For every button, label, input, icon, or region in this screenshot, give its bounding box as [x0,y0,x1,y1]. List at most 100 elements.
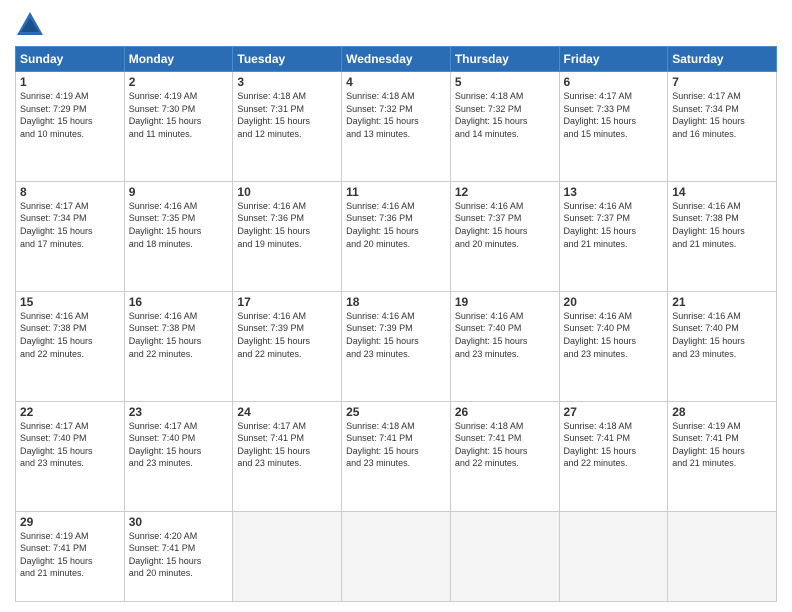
calendar-cell: 8Sunrise: 4:17 AMSunset: 7:34 PMDaylight… [16,181,125,291]
week-row-1: 1Sunrise: 4:19 AMSunset: 7:29 PMDaylight… [16,72,777,182]
day-info: Sunrise: 4:16 AMSunset: 7:38 PMDaylight:… [672,200,772,250]
day-number: 27 [564,405,664,419]
day-info: Sunrise: 4:17 AMSunset: 7:33 PMDaylight:… [564,90,664,140]
day-info: Sunrise: 4:17 AMSunset: 7:34 PMDaylight:… [672,90,772,140]
logo-icon [15,10,45,40]
day-number: 17 [237,295,337,309]
day-info: Sunrise: 4:17 AMSunset: 7:40 PMDaylight:… [129,420,229,470]
calendar-cell: 17Sunrise: 4:16 AMSunset: 7:39 PMDayligh… [233,291,342,401]
weekday-header-friday: Friday [559,47,668,72]
calendar-cell: 18Sunrise: 4:16 AMSunset: 7:39 PMDayligh… [342,291,451,401]
day-info: Sunrise: 4:20 AMSunset: 7:41 PMDaylight:… [129,530,229,580]
day-info: Sunrise: 4:16 AMSunset: 7:37 PMDaylight:… [455,200,555,250]
day-number: 3 [237,75,337,89]
day-info: Sunrise: 4:16 AMSunset: 7:38 PMDaylight:… [20,310,120,360]
calendar-cell: 11Sunrise: 4:16 AMSunset: 7:36 PMDayligh… [342,181,451,291]
calendar-cell: 29Sunrise: 4:19 AMSunset: 7:41 PMDayligh… [16,511,125,601]
week-row-4: 22Sunrise: 4:17 AMSunset: 7:40 PMDayligh… [16,401,777,511]
calendar-cell: 16Sunrise: 4:16 AMSunset: 7:38 PMDayligh… [124,291,233,401]
calendar-cell [559,511,668,601]
calendar-cell: 23Sunrise: 4:17 AMSunset: 7:40 PMDayligh… [124,401,233,511]
day-info: Sunrise: 4:16 AMSunset: 7:40 PMDaylight:… [455,310,555,360]
day-info: Sunrise: 4:17 AMSunset: 7:40 PMDaylight:… [20,420,120,470]
day-info: Sunrise: 4:17 AMSunset: 7:34 PMDaylight:… [20,200,120,250]
calendar-cell: 13Sunrise: 4:16 AMSunset: 7:37 PMDayligh… [559,181,668,291]
day-number: 26 [455,405,555,419]
day-info: Sunrise: 4:19 AMSunset: 7:41 PMDaylight:… [20,530,120,580]
day-number: 4 [346,75,446,89]
calendar-cell: 14Sunrise: 4:16 AMSunset: 7:38 PMDayligh… [668,181,777,291]
calendar-cell: 4Sunrise: 4:18 AMSunset: 7:32 PMDaylight… [342,72,451,182]
day-number: 8 [20,185,120,199]
day-info: Sunrise: 4:18 AMSunset: 7:41 PMDaylight:… [455,420,555,470]
calendar-cell [233,511,342,601]
week-row-3: 15Sunrise: 4:16 AMSunset: 7:38 PMDayligh… [16,291,777,401]
day-number: 13 [564,185,664,199]
day-number: 16 [129,295,229,309]
day-number: 11 [346,185,446,199]
day-info: Sunrise: 4:17 AMSunset: 7:41 PMDaylight:… [237,420,337,470]
logo [15,10,49,40]
day-number: 15 [20,295,120,309]
day-info: Sunrise: 4:18 AMSunset: 7:32 PMDaylight:… [455,90,555,140]
calendar-cell: 15Sunrise: 4:16 AMSunset: 7:38 PMDayligh… [16,291,125,401]
calendar-cell: 22Sunrise: 4:17 AMSunset: 7:40 PMDayligh… [16,401,125,511]
page: SundayMondayTuesdayWednesdayThursdayFrid… [0,0,792,612]
day-number: 12 [455,185,555,199]
calendar-table: SundayMondayTuesdayWednesdayThursdayFrid… [15,46,777,602]
day-number: 21 [672,295,772,309]
calendar-cell: 3Sunrise: 4:18 AMSunset: 7:31 PMDaylight… [233,72,342,182]
day-number: 19 [455,295,555,309]
day-info: Sunrise: 4:19 AMSunset: 7:29 PMDaylight:… [20,90,120,140]
weekday-header-wednesday: Wednesday [342,47,451,72]
calendar-cell: 30Sunrise: 4:20 AMSunset: 7:41 PMDayligh… [124,511,233,601]
calendar-cell [342,511,451,601]
day-info: Sunrise: 4:16 AMSunset: 7:39 PMDaylight:… [237,310,337,360]
day-number: 5 [455,75,555,89]
calendar-cell: 6Sunrise: 4:17 AMSunset: 7:33 PMDaylight… [559,72,668,182]
calendar-cell: 12Sunrise: 4:16 AMSunset: 7:37 PMDayligh… [450,181,559,291]
calendar-cell: 9Sunrise: 4:16 AMSunset: 7:35 PMDaylight… [124,181,233,291]
day-number: 14 [672,185,772,199]
day-info: Sunrise: 4:16 AMSunset: 7:37 PMDaylight:… [564,200,664,250]
day-number: 10 [237,185,337,199]
day-number: 23 [129,405,229,419]
weekday-header-sunday: Sunday [16,47,125,72]
weekday-header-saturday: Saturday [668,47,777,72]
calendar-cell: 2Sunrise: 4:19 AMSunset: 7:30 PMDaylight… [124,72,233,182]
day-info: Sunrise: 4:18 AMSunset: 7:31 PMDaylight:… [237,90,337,140]
weekday-header-tuesday: Tuesday [233,47,342,72]
day-info: Sunrise: 4:16 AMSunset: 7:36 PMDaylight:… [346,200,446,250]
calendar-cell [668,511,777,601]
day-number: 18 [346,295,446,309]
calendar-cell: 25Sunrise: 4:18 AMSunset: 7:41 PMDayligh… [342,401,451,511]
day-info: Sunrise: 4:16 AMSunset: 7:39 PMDaylight:… [346,310,446,360]
day-info: Sunrise: 4:16 AMSunset: 7:35 PMDaylight:… [129,200,229,250]
day-number: 30 [129,515,229,529]
day-info: Sunrise: 4:16 AMSunset: 7:36 PMDaylight:… [237,200,337,250]
calendar-cell: 26Sunrise: 4:18 AMSunset: 7:41 PMDayligh… [450,401,559,511]
day-info: Sunrise: 4:16 AMSunset: 7:40 PMDaylight:… [564,310,664,360]
day-info: Sunrise: 4:19 AMSunset: 7:41 PMDaylight:… [672,420,772,470]
day-number: 7 [672,75,772,89]
day-number: 9 [129,185,229,199]
day-number: 1 [20,75,120,89]
header [15,10,777,40]
calendar-cell: 7Sunrise: 4:17 AMSunset: 7:34 PMDaylight… [668,72,777,182]
calendar-cell: 27Sunrise: 4:18 AMSunset: 7:41 PMDayligh… [559,401,668,511]
day-info: Sunrise: 4:18 AMSunset: 7:41 PMDaylight:… [564,420,664,470]
weekday-header-row: SundayMondayTuesdayWednesdayThursdayFrid… [16,47,777,72]
day-number: 20 [564,295,664,309]
day-info: Sunrise: 4:18 AMSunset: 7:41 PMDaylight:… [346,420,446,470]
week-row-5: 29Sunrise: 4:19 AMSunset: 7:41 PMDayligh… [16,511,777,601]
day-number: 29 [20,515,120,529]
day-info: Sunrise: 4:18 AMSunset: 7:32 PMDaylight:… [346,90,446,140]
weekday-header-monday: Monday [124,47,233,72]
week-row-2: 8Sunrise: 4:17 AMSunset: 7:34 PMDaylight… [16,181,777,291]
calendar-cell: 19Sunrise: 4:16 AMSunset: 7:40 PMDayligh… [450,291,559,401]
calendar-cell [450,511,559,601]
day-number: 22 [20,405,120,419]
day-info: Sunrise: 4:16 AMSunset: 7:40 PMDaylight:… [672,310,772,360]
calendar-cell: 1Sunrise: 4:19 AMSunset: 7:29 PMDaylight… [16,72,125,182]
weekday-header-thursday: Thursday [450,47,559,72]
